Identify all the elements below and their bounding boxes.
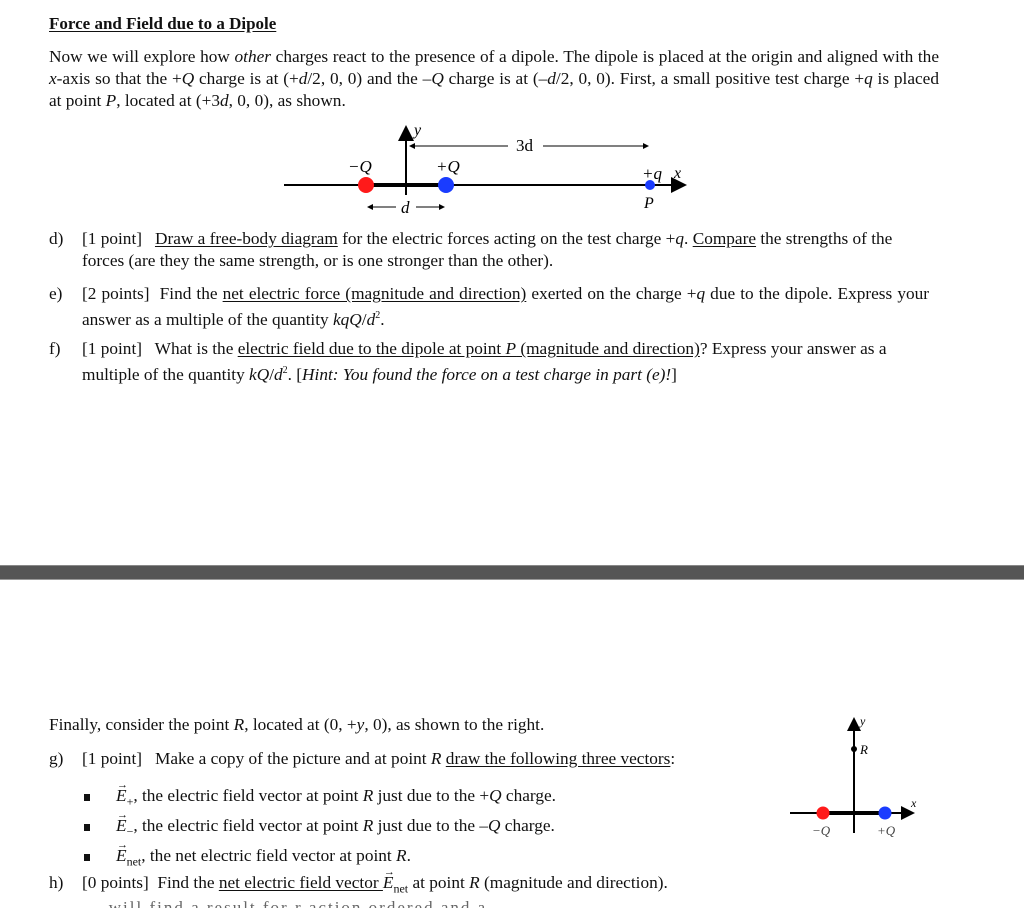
question-f: f) [1 point] What is the electric field … (49, 339, 887, 384)
test-charge-label: +q (642, 164, 662, 183)
cutoff-text: ...will find a result for r action order… (90, 898, 506, 908)
dipole-diagram: y 3d −Q +Q +q x P d (284, 122, 687, 217)
p-label: P (643, 195, 654, 212)
r-label: R (859, 742, 868, 757)
question-h: h) [0 points] Find the net electric fiel… (49, 861, 929, 899)
page-divider (0, 565, 1024, 580)
y-label: y (412, 122, 422, 139)
question-d: d) [1 point] Draw a free-body diagram fo… (49, 229, 893, 270)
question-h-points: [0 points] (82, 873, 149, 892)
y-label: y (859, 714, 866, 728)
negative-charge (358, 177, 374, 193)
page-title: Force and Field due to a Dipole (49, 14, 277, 33)
list-item: E−, the electric field vector at point R… (84, 803, 556, 844)
x-label: x (673, 165, 681, 182)
question-g-label: g) (49, 749, 64, 768)
positive-charge (438, 177, 454, 193)
question-f-label: f) (49, 339, 61, 358)
vector-list: E+, the electric field vector at point R… (84, 773, 556, 874)
question-g-points: [1 point] (82, 749, 142, 768)
list-item: E+, the electric field vector at point R… (84, 773, 556, 814)
x-label: x (910, 796, 917, 810)
d-label: d (401, 198, 410, 217)
list-item: Enet, the net electric field vector at p… (84, 833, 556, 874)
question-h-label: h) (49, 873, 64, 892)
pos-charge-label: +Q (436, 157, 460, 176)
question-e-label: e) (49, 284, 63, 303)
question-f-points: [1 point] (82, 339, 142, 358)
question-e-points: [2 points] (82, 284, 150, 303)
question-e: e) [2 points] Find the net electric forc… (49, 284, 929, 329)
question-d-label: d) (49, 229, 64, 248)
neg-charge-label: −Q (812, 823, 831, 838)
point-r (851, 746, 857, 752)
neg-charge-label: −Q (348, 157, 372, 176)
three-d-label: 3d (516, 136, 534, 155)
point-r-diagram: y R x −Q +Q (790, 714, 917, 838)
positive-charge (878, 806, 892, 820)
negative-charge (816, 806, 830, 820)
question-d-points: [1 point] (82, 229, 142, 248)
intro-paragraph: Now we will explore how other charges re… (49, 47, 939, 110)
pos-charge-label: +Q (877, 823, 896, 838)
